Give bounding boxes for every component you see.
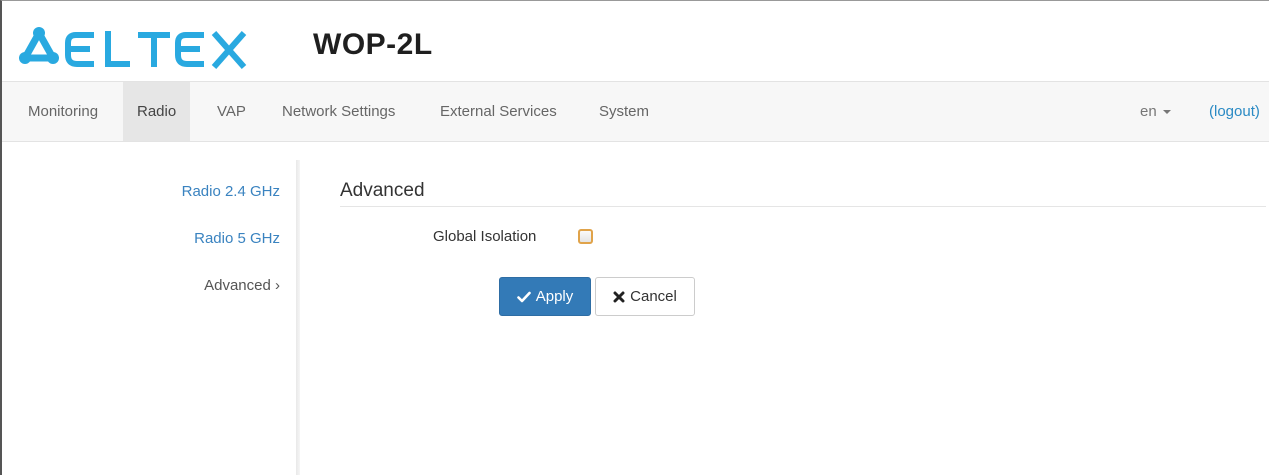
- logout-link[interactable]: (logout): [1209, 82, 1260, 141]
- cancel-label: Cancel: [630, 288, 677, 305]
- global-isolation-label: Global Isolation: [433, 228, 537, 245]
- section-divider: [340, 206, 1266, 207]
- check-icon: [516, 291, 531, 302]
- section-title: Advanced: [340, 180, 425, 201]
- product-title: WOP-2L: [313, 28, 433, 61]
- language-dropdown[interactable]: en: [1140, 82, 1171, 141]
- nav-vap[interactable]: VAP: [203, 82, 260, 141]
- sidebar: Radio 2.4 GHz Radio 5 GHz Advanced ›: [2, 142, 299, 475]
- sidebar-item-radio-5[interactable]: Radio 5 GHz: [194, 230, 280, 247]
- sidebar-divider: [296, 160, 300, 475]
- caret-down-icon: [1162, 110, 1171, 115]
- eltex-logo: [19, 27, 247, 69]
- language-value: en: [1140, 103, 1157, 120]
- sidebar-item-advanced[interactable]: Advanced ›: [204, 277, 280, 294]
- sidebar-item-radio-24[interactable]: Radio 2.4 GHz: [182, 183, 280, 200]
- nav-external-services[interactable]: External Services: [426, 82, 571, 141]
- cancel-button[interactable]: Cancel: [595, 277, 695, 316]
- nav-network-settings[interactable]: Network Settings: [268, 82, 409, 141]
- header: WOP-2L: [2, 1, 1269, 81]
- top-navbar: Monitoring Radio VAP Network Settings Ex…: [2, 81, 1269, 142]
- nav-radio[interactable]: Radio: [123, 82, 191, 141]
- apply-label: Apply: [535, 288, 574, 305]
- nav-system[interactable]: System: [585, 82, 663, 141]
- global-isolation-checkbox[interactable]: [578, 229, 593, 244]
- close-icon: [613, 291, 625, 302]
- nav-monitoring[interactable]: Monitoring: [14, 82, 112, 141]
- apply-button[interactable]: Apply: [499, 277, 591, 316]
